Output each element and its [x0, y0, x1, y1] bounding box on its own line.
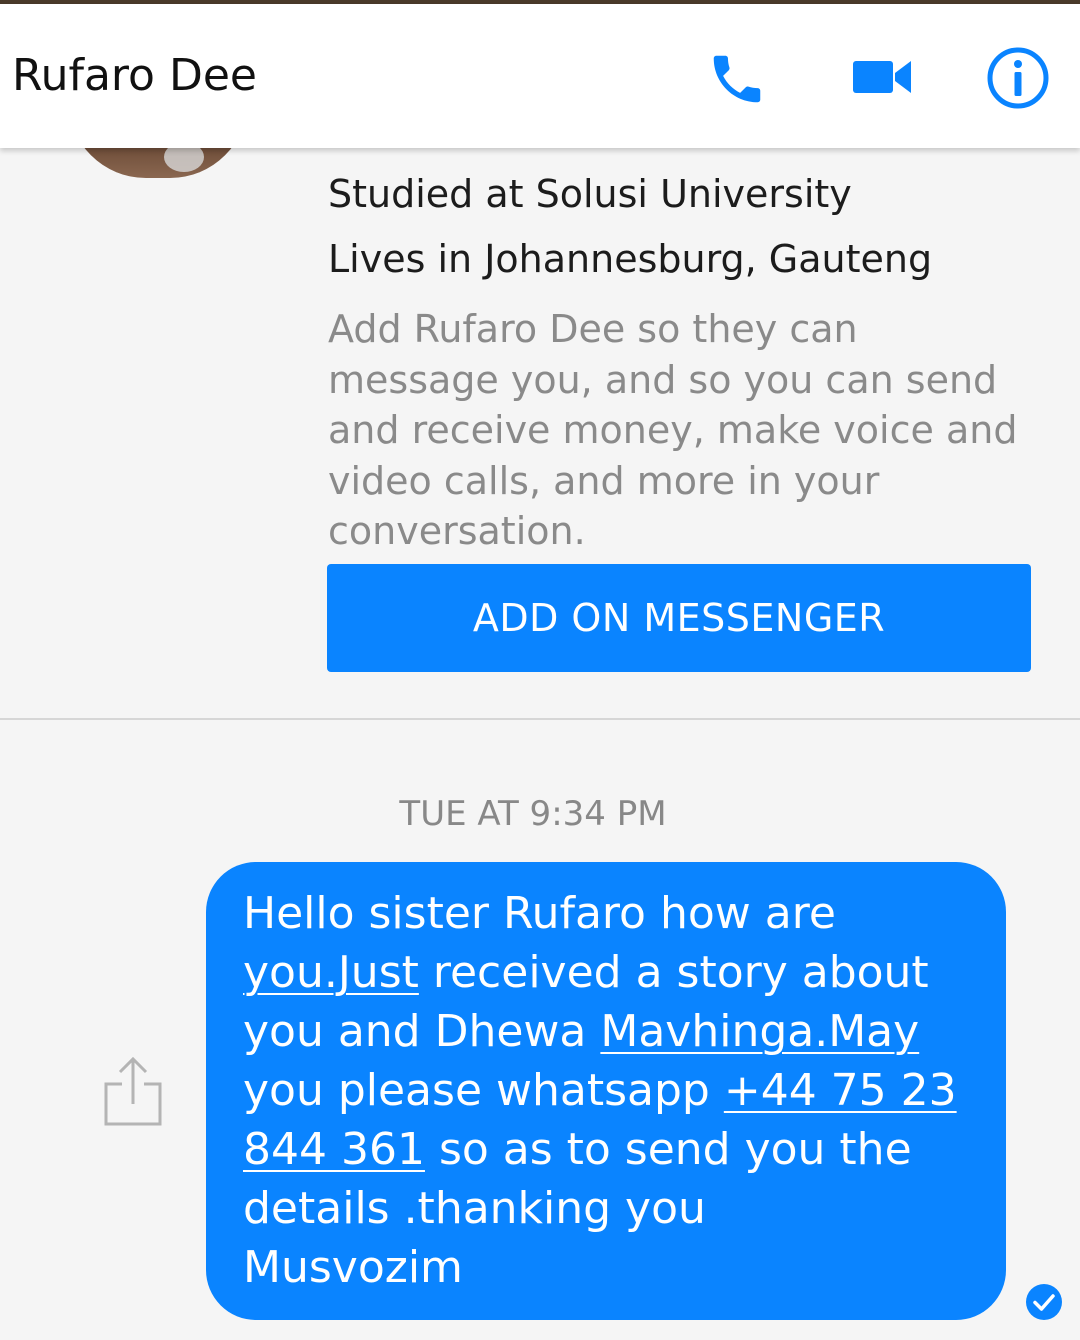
message-text: so as to send you the [424, 1124, 912, 1175]
info-icon[interactable] [986, 46, 1050, 114]
phone-number-link[interactable]: 844 361 [243, 1124, 425, 1175]
phone-number-link[interactable]: +44 75 23 [724, 1065, 957, 1116]
description-line: conversation. [328, 509, 586, 553]
message-line: you please whatsapp +44 75 23 [243, 1061, 976, 1120]
message-text: you and Dhewa [243, 1006, 601, 1057]
divider [0, 718, 1080, 720]
message-text: you please whatsapp [243, 1065, 724, 1116]
message-line: 844 361 so as to send you the [243, 1120, 976, 1179]
add-on-messenger-button[interactable]: ADD ON MESSENGER [327, 564, 1031, 672]
message-link[interactable]: Mavhinga.May [600, 1006, 919, 1057]
message-line: you and Dhewa Mavhinga.May [243, 1002, 976, 1061]
video-camera-icon[interactable] [853, 55, 913, 103]
contact-name[interactable]: Rufaro Dee [12, 48, 257, 104]
phone-icon[interactable] [706, 48, 768, 114]
message-line: you.Just received a story about [243, 943, 976, 1002]
delivered-check-icon [1025, 1283, 1063, 1325]
message-bubble[interactable]: Hello sister Rufaro how are you.Just rec… [206, 862, 1006, 1320]
education-info: Studied at Solusi University [328, 172, 852, 216]
description-line: message you, and so you can send [328, 357, 998, 402]
message-line: Hello sister Rufaro how are [243, 888, 836, 939]
message-line: details .thanking you [243, 1183, 706, 1234]
description-line: video calls, and more in your [328, 458, 880, 503]
message-line: Musvozim [243, 1242, 463, 1293]
description-line: and receive money, make voice and [328, 408, 1018, 452]
message-timestamp: TUE AT 9:34 PM [399, 794, 667, 834]
message-link[interactable]: you.Just [243, 947, 419, 998]
add-contact-description: Add Rufaro Dee so they can message you, … [328, 304, 1018, 557]
share-icon[interactable] [102, 1056, 164, 1132]
location-info: Lives in Johannesburg, Gauteng [328, 237, 933, 281]
conversation-header: Rufaro Dee [0, 4, 1080, 148]
message-text: received a story about [418, 947, 929, 998]
description-line: Add Rufaro Dee so they can [328, 307, 858, 351]
